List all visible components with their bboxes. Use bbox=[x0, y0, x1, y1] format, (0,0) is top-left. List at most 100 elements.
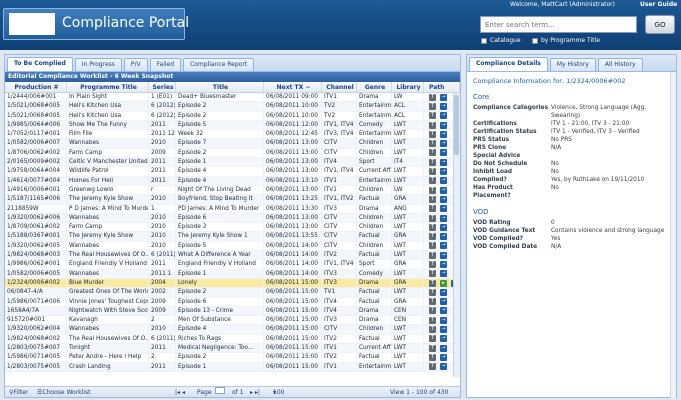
tx-icon[interactable]: T bbox=[429, 279, 436, 287]
tx-icon[interactable]: T bbox=[429, 298, 436, 306]
open-arrow-icon[interactable]: → bbox=[440, 149, 447, 157]
table-row[interactable]: 2/0165/0009#002 Celtic V Manchester Unite… bbox=[5, 158, 460, 168]
table-row[interactable]: 1/9320/0062#005 Wannabes 2010 Episode 5 06/0… bbox=[5, 241, 460, 252]
open-arrow-icon[interactable]: → bbox=[440, 158, 447, 166]
open-arrow-icon[interactable]: → bbox=[440, 363, 447, 371]
tx-icon[interactable]: T bbox=[429, 307, 436, 315]
tx-icon[interactable]: T bbox=[429, 353, 436, 361]
tx-icon[interactable]: T bbox=[429, 316, 436, 324]
tx-icon[interactable]: T bbox=[429, 344, 436, 352]
column-header-production[interactable]: Production # bbox=[5, 82, 67, 92]
open-arrow-icon[interactable]: → bbox=[440, 177, 447, 185]
tx-icon[interactable]: T bbox=[429, 223, 436, 231]
user-guide-link[interactable]: User Guide bbox=[640, 1, 677, 8]
table-row[interactable]: 1/2444/006#001 In Plain Sight 1 (E01) Dead+… bbox=[5, 93, 460, 103]
table-row[interactable]: 2118859W P D James: A Mind To Murder 1 PD J… bbox=[5, 204, 460, 214]
tx-icon[interactable]: T bbox=[429, 93, 436, 101]
grid-scrollbar[interactable] bbox=[453, 93, 460, 377]
open-arrow-icon[interactable]: → bbox=[440, 288, 447, 296]
open-arrow-icon[interactable]: → bbox=[440, 121, 447, 129]
open-arrow-icon[interactable]: → bbox=[440, 335, 447, 343]
tx-icon[interactable]: T bbox=[429, 195, 436, 203]
tx-icon[interactable]: T bbox=[429, 214, 436, 222]
tx-icon[interactable]: T bbox=[429, 270, 436, 278]
tx-icon[interactable]: T bbox=[429, 102, 436, 110]
search-go-button[interactable]: GO bbox=[645, 15, 675, 34]
tx-icon[interactable]: T bbox=[429, 288, 436, 296]
search-input[interactable] bbox=[480, 16, 637, 33]
tx-icon[interactable]: T bbox=[429, 242, 436, 250]
open-arrow-icon[interactable]: → bbox=[440, 214, 447, 222]
tx-icon[interactable]: T bbox=[429, 335, 436, 343]
open-arrow-icon[interactable]: → bbox=[440, 270, 447, 278]
tx-icon[interactable]: T bbox=[429, 251, 436, 259]
table-row[interactable]: 1/5021/0068#005 Hell's Kitchen Usa 6 (2012… bbox=[5, 111, 460, 121]
tx-icon[interactable]: T bbox=[429, 168, 436, 176]
table-row[interactable]: 1/9824/0068#002 The Real Housewives Of O.… bbox=[5, 334, 460, 345]
table-row[interactable]: 1/0582/0006#005 Wannabes 2011 1 Episode 1 06… bbox=[5, 269, 460, 279]
open-arrow-icon[interactable]: → bbox=[440, 223, 447, 231]
open-arrow-icon[interactable]: → bbox=[440, 233, 447, 241]
tab-to-be-complied[interactable]: To Be Complied bbox=[7, 57, 73, 71]
per-page-select[interactable]: 100 ▾ bbox=[273, 387, 284, 398]
tab-my-history[interactable]: My History bbox=[549, 58, 596, 71]
open-arrow-icon[interactable]: → bbox=[440, 298, 447, 306]
tab-failed[interactable]: Failed bbox=[149, 58, 182, 71]
table-row[interactable]: 1/0582/0006#007 Wannabes 2010 Episode 7 06/0… bbox=[5, 139, 460, 149]
tx-icon[interactable]: T bbox=[429, 186, 436, 194]
table-row[interactable]: 1/9824/0068#003 The Real Housewives Of O.… bbox=[5, 251, 460, 261]
choose-worklist-button[interactable]: ☰ Choose Worklist bbox=[37, 387, 90, 398]
table-row[interactable]: 06/0847-4/A Greatest Ones Of The World 200… bbox=[5, 288, 460, 298]
table-row[interactable]: 1/4614/0077#004 Homes For Hell 2011 Episode… bbox=[5, 176, 460, 186]
table-row[interactable]: 1/2803/0075#007 Tonight 2011 Medical Neglig… bbox=[5, 344, 460, 354]
table-row[interactable]: 1/7052/0117#001 Film File 2011 12 Week 32 06… bbox=[5, 130, 460, 140]
table-row[interactable]: 1658A4/7A Nightwatch With Steve Scott 2009… bbox=[5, 306, 460, 317]
column-header-series[interactable]: Series bbox=[149, 82, 176, 92]
open-arrow-icon[interactable]: → bbox=[440, 316, 447, 324]
table-row[interactable]: 1/8706/0062#002 Farm Camp 2009 Episode 2 06/… bbox=[5, 148, 460, 159]
next-page-icon[interactable]: ▸ ▸| bbox=[250, 387, 260, 398]
tx-icon[interactable]: T bbox=[429, 260, 436, 268]
tx-icon[interactable]: T bbox=[429, 233, 436, 241]
table-row[interactable]: 1/5187/1165#006 The Jeremy Kyle Show 2010 B… bbox=[5, 195, 460, 205]
open-arrow-icon[interactable]: → bbox=[440, 102, 447, 110]
column-header-next-tx[interactable]: Next TX − bbox=[264, 82, 322, 92]
details-scrollbar[interactable] bbox=[670, 72, 676, 398]
open-arrow-icon[interactable]: → bbox=[440, 186, 447, 194]
table-row[interactable]: 1/9985/0064#006 Show Me The Funny 2011 Epis… bbox=[5, 120, 460, 131]
tx-icon[interactable]: T bbox=[429, 177, 436, 185]
table-row[interactable]: 1/5021/0068#005 Hell's Kitchen Usa 6 (2012… bbox=[5, 102, 460, 112]
table-row[interactable]: 1/9320/0062#006 Wannabes 2010 Episode 6 06/0… bbox=[5, 213, 460, 224]
tx-icon[interactable]: T bbox=[429, 140, 436, 148]
tx-icon[interactable]: T bbox=[429, 326, 436, 334]
open-arrow-icon[interactable]: → bbox=[440, 93, 447, 101]
tx-icon[interactable]: T bbox=[429, 158, 436, 166]
table-row[interactable]: 1/5188/0367#001 The Jeremy Kyle Show 2010 T… bbox=[5, 232, 460, 242]
open-arrow-icon[interactable]: → bbox=[440, 130, 447, 138]
table-row[interactable]: 1/4916/0006#001 Greenwg Lowlo r Night Of Th… bbox=[5, 185, 460, 196]
column-header-genre[interactable]: Genre bbox=[357, 82, 392, 92]
open-arrow-icon[interactable]: → bbox=[440, 140, 447, 148]
table-row[interactable]: 1/2803/0075#005 Crash Landing 2011 Episode … bbox=[5, 362, 460, 372]
column-header-library[interactable]: Library bbox=[392, 82, 424, 92]
tx-icon[interactable]: T bbox=[429, 363, 436, 371]
by-programme-checkbox[interactable]: by Programme Title bbox=[532, 37, 600, 44]
open-arrow-icon[interactable]: → bbox=[440, 307, 447, 315]
table-row[interactable]: 1/9986/0062#001 England Friendly V Hollan… bbox=[5, 260, 460, 270]
column-header-path[interactable]: Path bbox=[424, 82, 460, 92]
table-row[interactable]: 1/9320/0062#004 Wannabes 2010 Episode 4 06/0… bbox=[5, 325, 460, 335]
tx-icon[interactable]: T bbox=[429, 130, 436, 138]
column-header-programme-title[interactable]: Programme Title bbox=[67, 82, 149, 92]
tab-in-progress[interactable]: In Progress bbox=[74, 58, 122, 71]
tab-compliance-details[interactable]: Compliance Details bbox=[469, 57, 548, 71]
tab-compliance-report[interactable]: Compliance Report bbox=[183, 58, 255, 71]
tx-icon[interactable]: T bbox=[429, 112, 436, 120]
table-row[interactable]: 915720#001 Kavanagh 2 Men Of Substance 06/08… bbox=[5, 316, 460, 326]
scrollbar-thumb[interactable] bbox=[454, 95, 459, 155]
first-page-icon[interactable]: |◂ ◂ bbox=[175, 387, 185, 398]
tx-icon[interactable]: T bbox=[429, 205, 436, 213]
open-arrow-icon[interactable]: → bbox=[440, 205, 447, 213]
catalogue-checkbox[interactable]: Catalogue bbox=[481, 37, 521, 44]
open-arrow-icon[interactable]: → bbox=[440, 195, 447, 203]
open-arrow-icon[interactable]: → bbox=[440, 242, 447, 250]
